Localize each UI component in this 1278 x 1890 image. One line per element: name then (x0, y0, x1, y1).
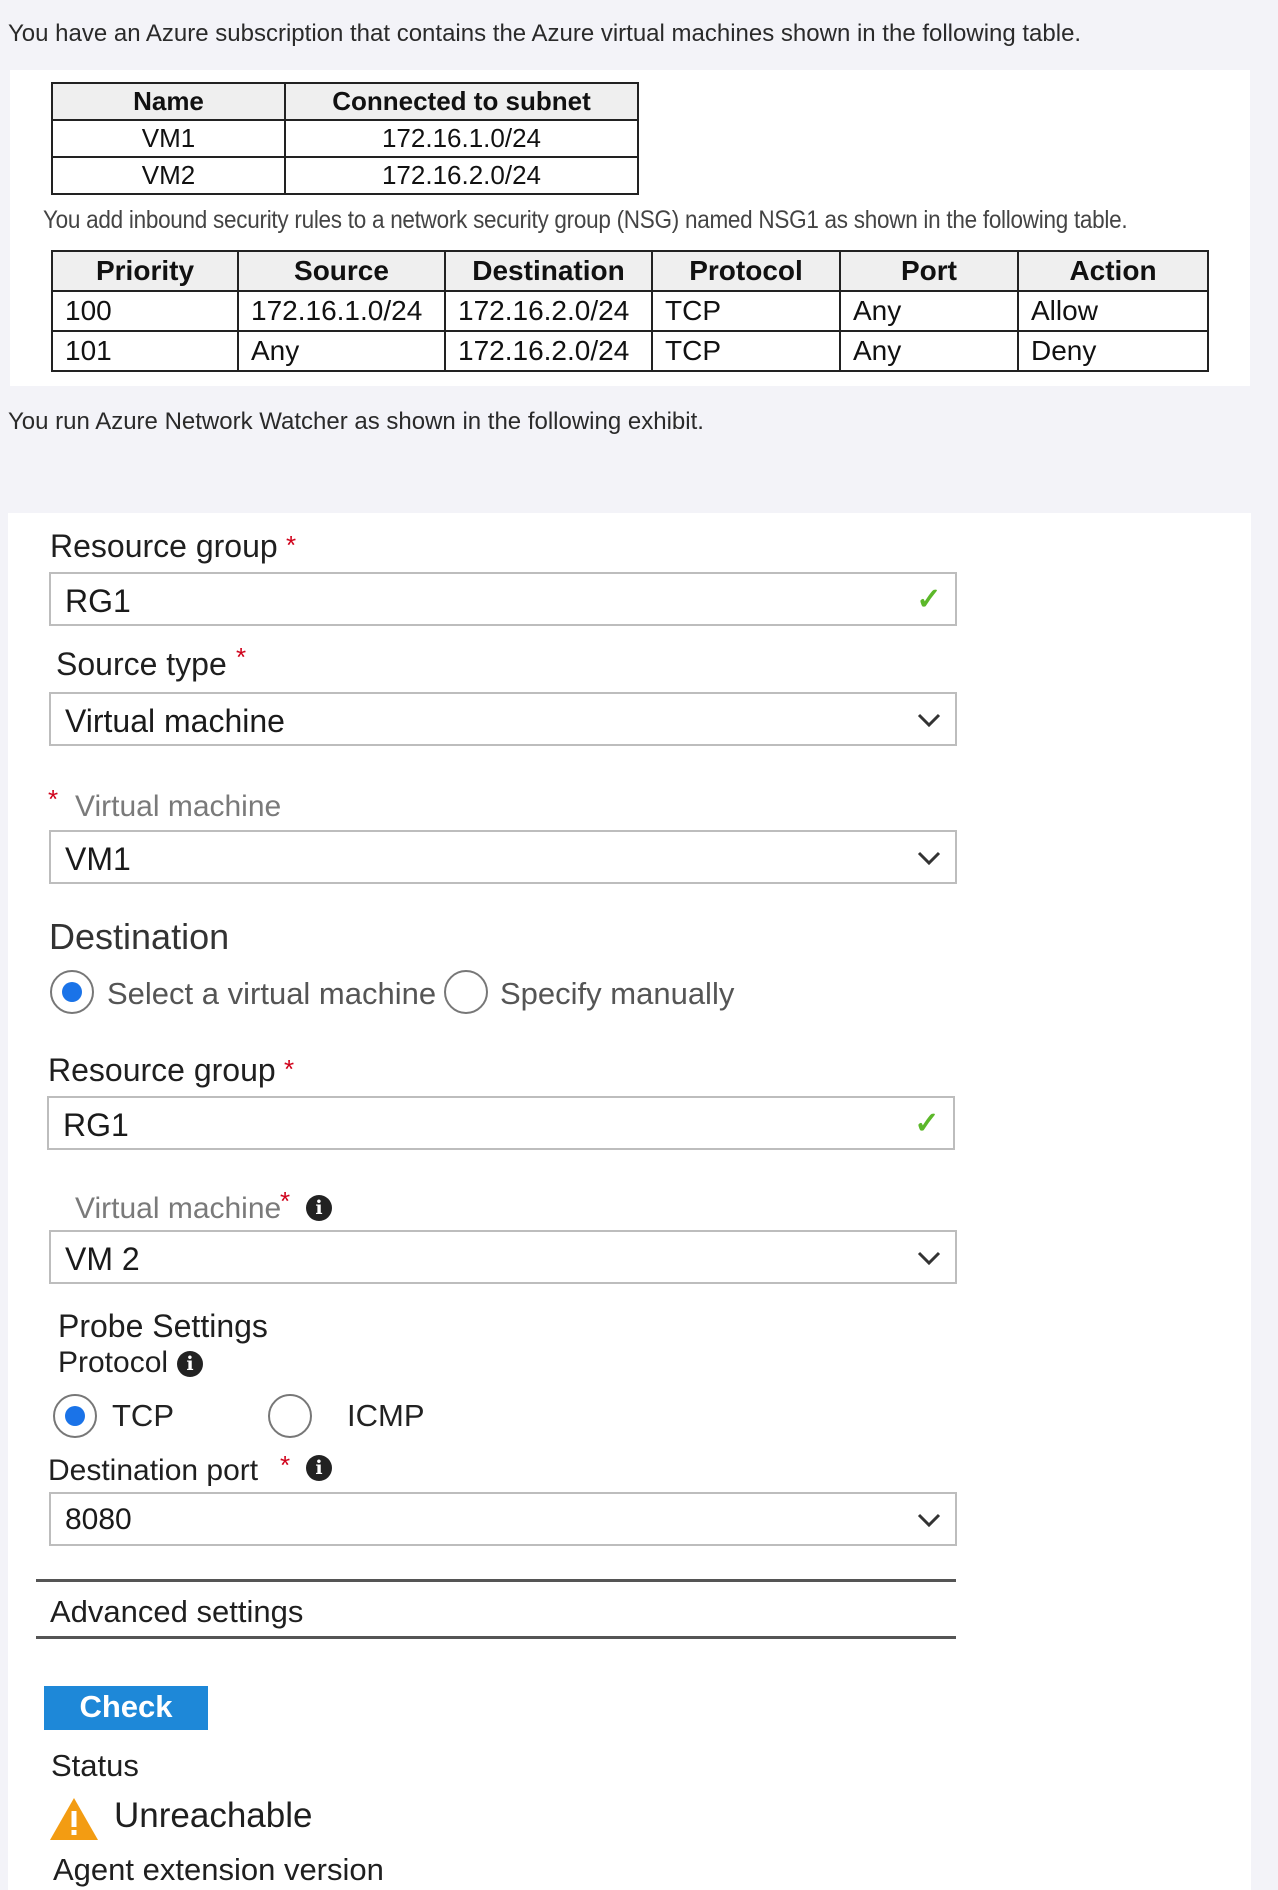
info-icon[interactable]: i (177, 1351, 203, 1377)
required-marker: * (236, 642, 247, 672)
cell-name: VM2 (51, 156, 286, 195)
resource-group-field[interactable]: RG1 ✓ (49, 572, 957, 626)
chevron-down-icon (917, 851, 941, 866)
radio-icmp[interactable] (268, 1394, 312, 1438)
chevron-down-icon (917, 1513, 941, 1528)
table-row: VM2 172.16.2.0/24 (51, 156, 639, 195)
intro-text-vms: You have an Azure subscription that cont… (8, 20, 1082, 47)
vm-table: Name Connected to subnet VM1 172.16.1.0/… (51, 82, 639, 195)
dest-virtual-machine-dropdown[interactable]: VM 2 (49, 1230, 957, 1284)
dest-virtual-machine-label: Virtual machine (75, 1192, 282, 1225)
protocol-label: Protocol (58, 1346, 169, 1379)
cell-destination: 172.16.2.0/24 (444, 290, 653, 332)
header-port: Port (839, 250, 1019, 292)
cell-port: Any (839, 330, 1019, 372)
divider (36, 1579, 956, 1582)
required-marker: * (48, 784, 59, 814)
table-header-row: Priority Source Destination Protocol Por… (51, 250, 1209, 292)
cell-port: Any (839, 290, 1019, 332)
advanced-settings-toggle[interactable]: Advanced settings (50, 1594, 303, 1630)
agent-extension-label: Agent extension version (53, 1852, 384, 1887)
nsg-rules-table: Priority Source Destination Protocol Por… (51, 250, 1209, 372)
chevron-down-icon (917, 713, 941, 728)
cell-action: Allow (1017, 290, 1209, 332)
table-row: VM1 172.16.1.0/24 (51, 119, 639, 158)
radio-tcp[interactable] (53, 1394, 97, 1438)
cell-subnet: 172.16.2.0/24 (284, 156, 639, 195)
chevron-down-icon (917, 1251, 941, 1266)
cell-source: Any (237, 330, 446, 372)
radio-specify-manually-label: Specify manually (500, 976, 735, 1011)
dest-port-value: 8080 (65, 1503, 132, 1536)
resource-group-value: RG1 (65, 583, 131, 619)
radio-icmp-label: ICMP (347, 1398, 425, 1433)
status-value: Unreachable (114, 1796, 313, 1835)
divider (36, 1636, 956, 1639)
cell-priority: 101 (51, 330, 239, 372)
dest-port-label: Destination port (48, 1454, 259, 1487)
info-icon[interactable]: i (306, 1455, 332, 1481)
header-subnet: Connected to subnet (284, 82, 639, 121)
tables-panel: Name Connected to subnet VM1 172.16.1.0/… (10, 70, 1250, 386)
radio-specify-manually[interactable] (444, 970, 488, 1014)
cell-priority: 100 (51, 290, 239, 332)
warning-icon (50, 1798, 98, 1840)
cell-action: Deny (1017, 330, 1209, 372)
required-marker: * (280, 1450, 291, 1480)
table-row: 101 Any 172.16.2.0/24 TCP Any Deny (51, 330, 1209, 372)
header-destination: Destination (444, 250, 653, 292)
table-header-row: Name Connected to subnet (51, 82, 639, 121)
info-icon[interactable]: i (306, 1195, 332, 1221)
radio-select-vm-label: Select a virtual machine (107, 976, 437, 1011)
virtual-machine-dropdown[interactable]: VM1 (49, 830, 957, 884)
cell-protocol: TCP (651, 290, 841, 332)
required-marker: * (284, 1054, 295, 1084)
checkmark-icon: ✓ (916, 583, 942, 616)
header-protocol: Protocol (651, 250, 841, 292)
intro-text-watcher: You run Azure Network Watcher as shown i… (8, 408, 704, 435)
radio-tcp-label: TCP (112, 1398, 174, 1433)
check-button[interactable]: Check (44, 1686, 208, 1730)
cell-subnet: 172.16.1.0/24 (284, 119, 639, 158)
virtual-machine-value: VM1 (65, 841, 131, 877)
dest-port-dropdown[interactable]: 8080 (49, 1492, 957, 1546)
virtual-machine-label: Virtual machine (75, 790, 282, 823)
cell-source: 172.16.1.0/24 (237, 290, 446, 332)
dest-resource-group-label: Resource group (48, 1052, 276, 1088)
source-type-dropdown[interactable]: Virtual machine (49, 692, 957, 746)
cell-name: VM1 (51, 119, 286, 158)
dest-resource-group-field[interactable]: RG1 ✓ (47, 1096, 955, 1150)
intro-text-nsg: You add inbound security rules to a netw… (43, 206, 1128, 234)
probe-settings-label: Probe Settings (58, 1308, 268, 1344)
resource-group-label: Resource group (50, 528, 278, 564)
checkmark-icon: ✓ (914, 1107, 940, 1140)
source-type-label: Source type (56, 646, 227, 682)
header-name: Name (51, 82, 286, 121)
dest-virtual-machine-value: VM 2 (65, 1241, 140, 1277)
cell-protocol: TCP (651, 330, 841, 372)
radio-select-vm[interactable] (50, 970, 94, 1014)
required-marker: * (280, 1186, 291, 1216)
source-type-value: Virtual machine (65, 703, 285, 739)
header-action: Action (1017, 250, 1209, 292)
status-label: Status (51, 1748, 139, 1783)
table-row: 100 172.16.1.0/24 172.16.2.0/24 TCP Any … (51, 290, 1209, 332)
header-source: Source (237, 250, 446, 292)
destination-heading: Destination (49, 916, 230, 957)
required-marker: * (286, 530, 297, 560)
dest-resource-group-value: RG1 (63, 1107, 129, 1143)
cell-destination: 172.16.2.0/24 (444, 330, 653, 372)
header-priority: Priority (51, 250, 239, 292)
